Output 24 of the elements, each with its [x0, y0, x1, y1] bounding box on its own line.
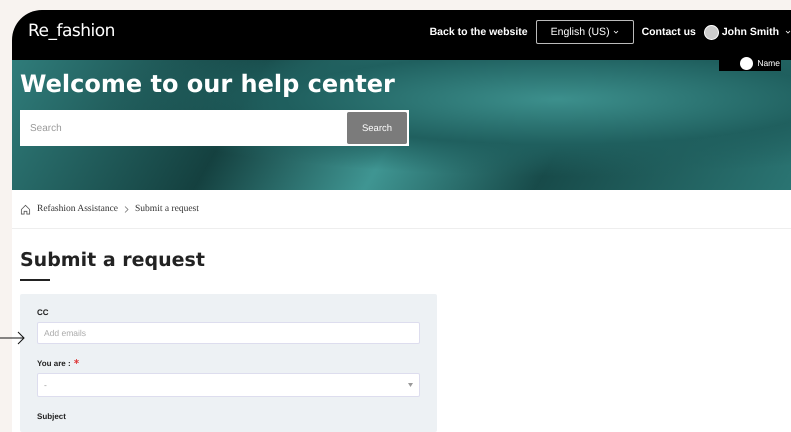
user-name[interactable]: John Smith — [722, 26, 779, 38]
search-button[interactable]: Search — [347, 112, 407, 144]
logo[interactable]: Re_fashion — [28, 21, 115, 41]
chevron-icon — [785, 30, 791, 34]
name-tag: Name — [719, 55, 781, 71]
search-field[interactable]: Search Search — [20, 110, 409, 146]
nav-link[interactable]: Contact us — [642, 21, 696, 43]
chevron-right-icon — [124, 206, 130, 212]
breadcrumb-link[interactable]: Submit a request — [135, 204, 199, 214]
field-label: Subject — [37, 412, 67, 421]
hero-title: Welcome to our help center — [20, 70, 396, 98]
chevron-icon — [612, 30, 619, 34]
nav-link[interactable]: Back to the website — [430, 21, 528, 43]
breadcrumb-link[interactable]: Refashion Assistance — [37, 204, 118, 214]
language-dropdown[interactable]: English (US) — [536, 20, 634, 44]
input-field[interactable]: Add emails — [37, 322, 420, 344]
field-label: CC — [37, 308, 50, 317]
field-label: You are : — [37, 359, 420, 368]
caret-down-icon — [408, 383, 413, 387]
home-icon[interactable] — [20, 204, 31, 214]
avatar-icon[interactable] — [704, 24, 719, 40]
arrow-icon — [0, 331, 26, 345]
required-asterisk-icon — [74, 359, 79, 364]
page-title: Submit a request — [20, 249, 206, 271]
